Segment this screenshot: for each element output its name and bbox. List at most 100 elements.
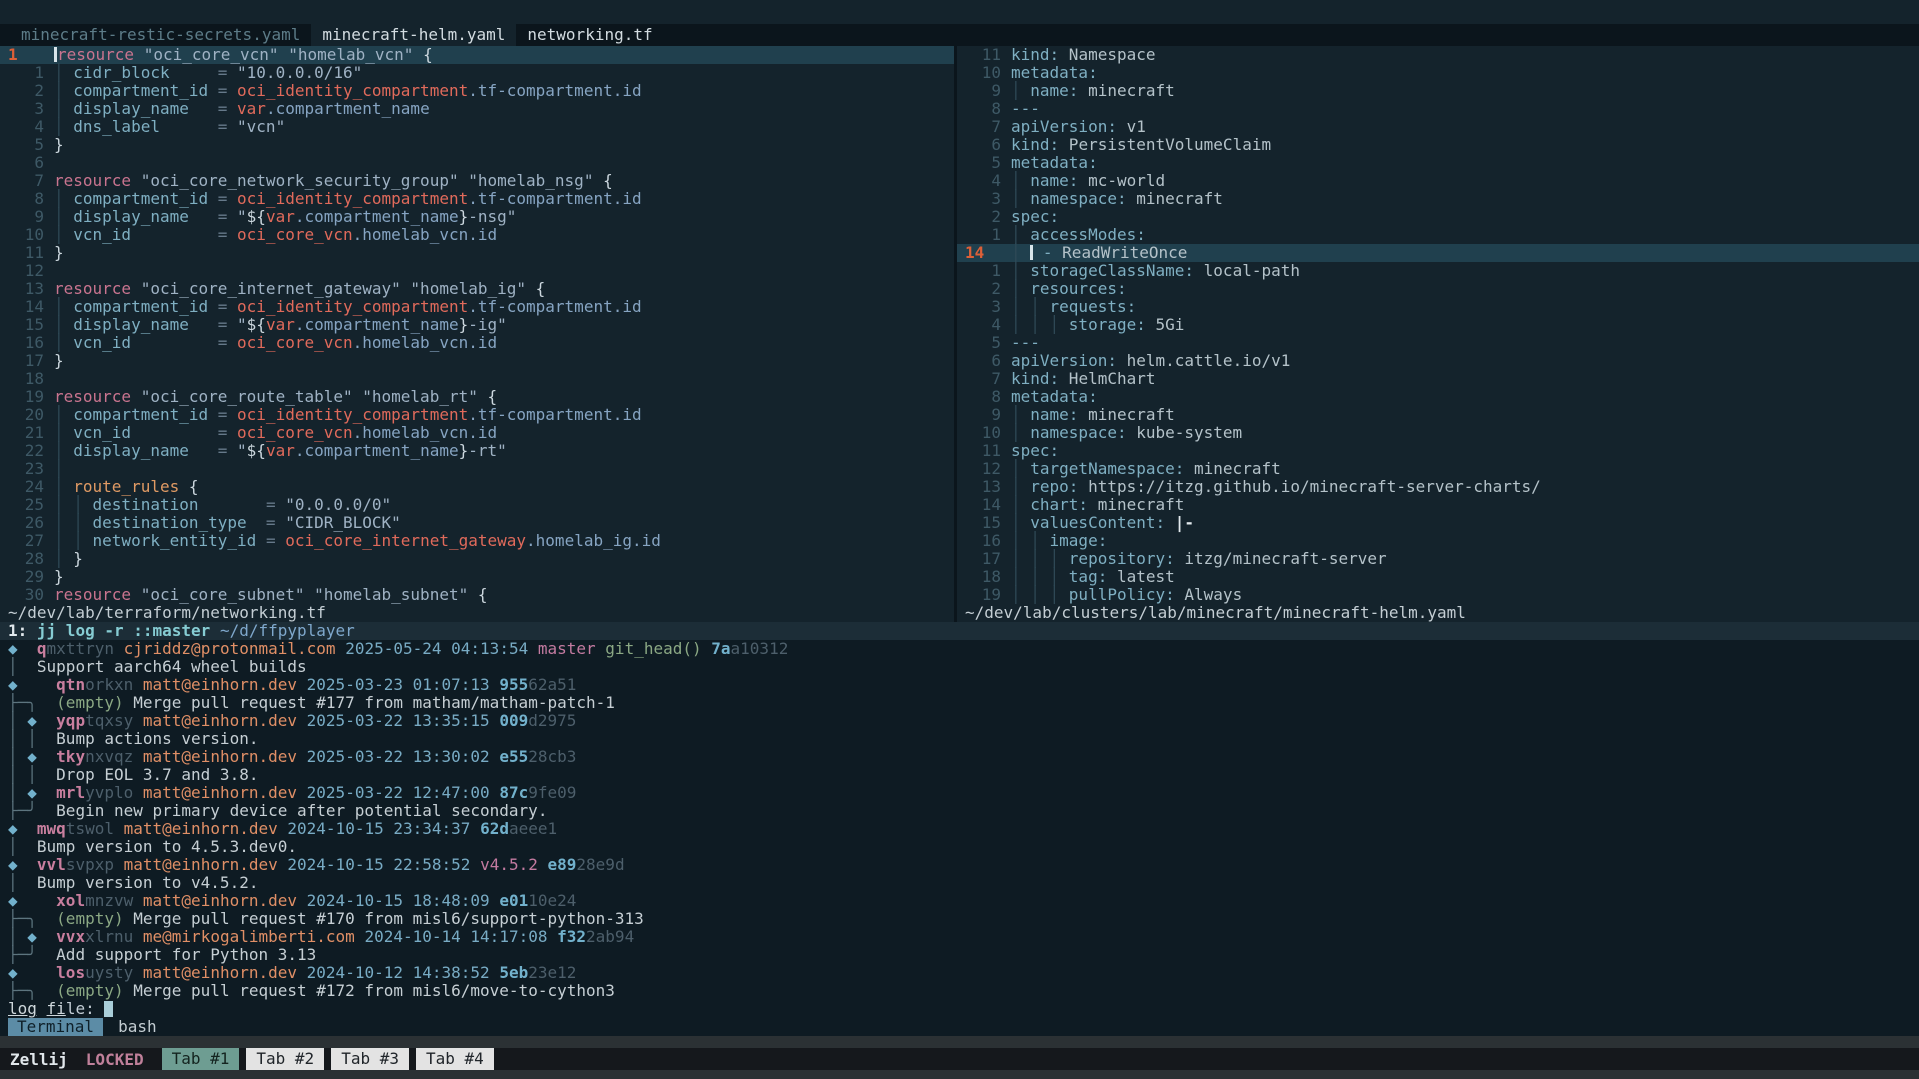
line-number: 8 xyxy=(6,190,44,208)
code-line[interactable]: 1│ accessModes: xyxy=(957,226,1919,244)
code-line[interactable]: 12│ targetNamespace: minecraft xyxy=(957,460,1919,478)
line-number: 22 xyxy=(6,442,44,460)
code-line[interactable]: 10│ namespace: kube-system xyxy=(957,424,1919,442)
code-line[interactable]: 17│ │ │ repository: itzg/minecraft-serve… xyxy=(957,550,1919,568)
code-line[interactable]: 4│ │ │ storage: 5Gi xyxy=(957,316,1919,334)
code-line[interactable]: 20│ compartment_id = oci_identity_compar… xyxy=(0,406,954,424)
code-line[interactable]: 3│ │ requests: xyxy=(957,298,1919,316)
code-line[interactable]: 28│ } xyxy=(0,550,954,568)
zellij-tab-tab-4[interactable]: Tab #4 xyxy=(416,1048,494,1070)
code-line-current[interactable]: 1resource "oci_core_vcn" "homelab_vcn" { xyxy=(0,46,954,64)
code-line[interactable]: 29} xyxy=(0,568,954,586)
line-number: 12 xyxy=(963,460,1001,478)
code-line[interactable]: 14│ compartment_id = oci_identity_compar… xyxy=(0,298,954,316)
buffer-tab-minecraft-helm.yaml[interactable]: minecraft-helm.yaml xyxy=(311,24,516,46)
code-line[interactable]: 25│ │ destination = "0.0.0.0/0" xyxy=(0,496,954,514)
code-line[interactable]: 13resource "oci_core_internet_gateway" "… xyxy=(0,280,954,298)
left-editor-lines: 1resource "oci_core_vcn" "homelab_vcn" {… xyxy=(0,46,954,604)
code-line[interactable]: 4│ dns_label = "vcn" xyxy=(0,118,954,136)
code-line[interactable]: 15│ valuesContent: |- xyxy=(957,514,1919,532)
line-number: 2 xyxy=(963,280,1001,298)
code-line[interactable]: 1│ cidr_block = "10.0.0.0/16" xyxy=(0,64,954,82)
code-line[interactable]: 5metadata: xyxy=(957,154,1919,172)
code-line[interactable]: 18 xyxy=(0,370,954,388)
code-line[interactable]: 11} xyxy=(0,244,954,262)
code-line[interactable]: 6apiVersion: helm.cattle.io/v1 xyxy=(957,352,1919,370)
code-line[interactable]: 8--- xyxy=(957,100,1919,118)
code-line[interactable]: 19│ │ │ pullPolicy: Always xyxy=(957,586,1919,604)
code-line[interactable]: 2spec: xyxy=(957,208,1919,226)
code-line[interactable]: 5} xyxy=(0,136,954,154)
zellij-session: minecraft-restic-secrets.yamlminecraft-h… xyxy=(0,0,1919,1079)
code-line[interactable]: 26│ │ destination_type = "CIDR_BLOCK" xyxy=(0,514,954,532)
zellij-tab-tab-2[interactable]: Tab #2 xyxy=(246,1048,324,1070)
code-line[interactable]: 11spec: xyxy=(957,442,1919,460)
line-number: 8 xyxy=(963,100,1001,118)
code-line[interactable]: 3│ namespace: minecraft xyxy=(957,190,1919,208)
zellij-status-bar: Zellij LOCKED Tab #1Tab #2Tab #3Tab #4 xyxy=(0,1048,1919,1070)
code-line[interactable]: 4│ name: mc-world xyxy=(957,172,1919,190)
line-number: 13 xyxy=(6,280,44,298)
code-line[interactable]: 8│ compartment_id = oci_identity_compart… xyxy=(0,190,954,208)
code-line[interactable]: 1│ storageClassName: local-path xyxy=(957,262,1919,280)
code-line[interactable]: 27│ │ network_entity_id = oci_core_inter… xyxy=(0,532,954,550)
line-number: 2 xyxy=(963,208,1001,226)
code-line[interactable]: 12 xyxy=(0,262,954,280)
line-number: 6 xyxy=(963,136,1001,154)
code-line[interactable]: 24│ route_rules { xyxy=(0,478,954,496)
code-line[interactable]: 18│ │ │ tag: latest xyxy=(957,568,1919,586)
line-number: 13 xyxy=(963,478,1001,496)
line-number: 14 xyxy=(6,298,44,316)
terminal-prompt[interactable]: log file: xyxy=(0,1000,1919,1018)
code-line[interactable]: 2│ compartment_id = oci_identity_compart… xyxy=(0,82,954,100)
code-line[interactable]: 7kind: HelmChart xyxy=(957,370,1919,388)
line-number: 9 xyxy=(6,208,44,226)
right-editor-lines: 11kind: Namespace10metadata:9│ name: min… xyxy=(957,46,1919,604)
line-number: 24 xyxy=(6,478,44,496)
terminal-pane-title[interactable]: 1: jj log -r ::master ~/d/ffpyplayer xyxy=(0,622,1919,640)
code-line[interactable]: 19resource "oci_core_route_table" "homel… xyxy=(0,388,954,406)
jj-log-line: ◆ xolmnzvw matt@einhorn.dev 2024-10-15 1… xyxy=(0,892,1919,910)
terminal-bar-item-terminal[interactable]: Terminal xyxy=(8,1018,103,1036)
line-number: 29 xyxy=(6,568,44,586)
code-line[interactable]: 15│ display_name = "${var.compartment_na… xyxy=(0,316,954,334)
code-line[interactable]: 9│ name: minecraft xyxy=(957,406,1919,424)
buffer-tab-minecraft-restic-secrets.yaml[interactable]: minecraft-restic-secrets.yaml xyxy=(10,24,311,46)
editor-pane-minecraft-helm-yaml: 11kind: Namespace10metadata:9│ name: min… xyxy=(957,46,1919,622)
code-line[interactable]: 7resource "oci_core_network_security_gro… xyxy=(0,172,954,190)
code-line[interactable]: 2│ resources: xyxy=(957,280,1919,298)
line-number: 28 xyxy=(6,550,44,568)
line-number: 10 xyxy=(963,424,1001,442)
code-line[interactable]: 9│ display_name = "${var.compartment_nam… xyxy=(0,208,954,226)
code-line[interactable]: 23│ xyxy=(0,460,954,478)
code-line[interactable]: 30resource "oci_core_subnet" "homelab_su… xyxy=(0,586,954,604)
code-line[interactable]: 9│ name: minecraft xyxy=(957,82,1919,100)
code-line[interactable]: 16│ │ image: xyxy=(957,532,1919,550)
code-line[interactable]: 7apiVersion: v1 xyxy=(957,118,1919,136)
jj-log-line: │ ◆ tkynxvqz matt@einhorn.dev 2025-03-22… xyxy=(0,748,1919,766)
code-line[interactable]: 13│ repo: https://itzg.github.io/minecra… xyxy=(957,478,1919,496)
code-line[interactable]: 16│ vcn_id = oci_core_vcn.homelab_vcn.id xyxy=(0,334,954,352)
jj-log-line: │ Support aarch64 wheel builds xyxy=(0,658,1919,676)
code-line[interactable]: 6kind: PersistentVolumeClaim xyxy=(957,136,1919,154)
line-number: 1 xyxy=(6,46,54,64)
line-number: 26 xyxy=(6,514,44,532)
code-line[interactable]: 17} xyxy=(0,352,954,370)
editor-pane-networking-tf: 1resource "oci_core_vcn" "homelab_vcn" {… xyxy=(0,46,954,622)
code-line[interactable]: 11kind: Namespace xyxy=(957,46,1919,64)
code-line-current[interactable]: 14│ - ReadWriteOnce xyxy=(957,244,1919,262)
code-line[interactable]: 22│ display_name = "${var.compartment_na… xyxy=(0,442,954,460)
code-line[interactable]: 10│ vcn_id = oci_core_vcn.homelab_vcn.id xyxy=(0,226,954,244)
terminal-bar-item-bash[interactable]: bash xyxy=(109,1018,166,1036)
buffer-tab-networking.tf[interactable]: networking.tf xyxy=(516,24,663,46)
code-line[interactable]: 6 xyxy=(0,154,954,172)
zellij-tab-tab-1[interactable]: Tab #1 xyxy=(162,1048,240,1070)
code-line[interactable]: 8metadata: xyxy=(957,388,1919,406)
code-line[interactable]: 10metadata: xyxy=(957,64,1919,82)
line-number: 27 xyxy=(6,532,44,550)
code-line[interactable]: 14│ chart: minecraft xyxy=(957,496,1919,514)
zellij-tab-tab-3[interactable]: Tab #3 xyxy=(331,1048,409,1070)
code-line[interactable]: 21│ vcn_id = oci_core_vcn.homelab_vcn.id xyxy=(0,424,954,442)
code-line[interactable]: 5--- xyxy=(957,334,1919,352)
code-line[interactable]: 3│ display_name = var.compartment_name xyxy=(0,100,954,118)
